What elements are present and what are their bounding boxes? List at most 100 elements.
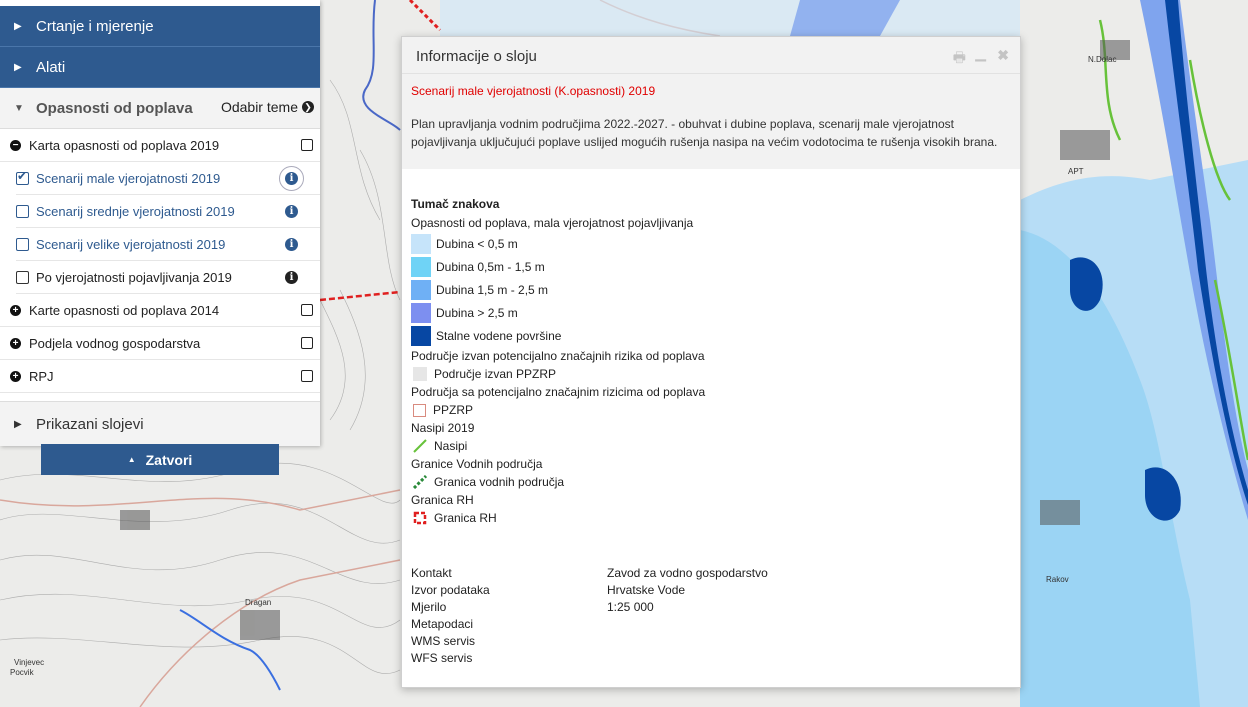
section-tools[interactable]: ▶ Alati xyxy=(0,47,320,88)
layer-checkbox[interactable] xyxy=(16,204,29,218)
map-label-a: N.Dolac xyxy=(1088,55,1116,64)
layer-info-dialog: Informacije o sloju 🖶 ▁ ✖ Scenarij male … xyxy=(401,36,1021,688)
layer-group-rpj[interactable]: + RPJ xyxy=(0,360,320,393)
expand-icon[interactable]: + xyxy=(10,370,21,382)
meta-value: 1:25 000 xyxy=(607,600,654,614)
layer-checkbox[interactable] xyxy=(16,237,29,251)
group-checkbox[interactable] xyxy=(301,304,313,316)
layer-panel: ▶ Crtanje i mjerenje ▶ Alati ▼ Opasnosti… xyxy=(0,0,320,446)
layer-label: Po vjerojatnosti pojavljivanja 2019 xyxy=(36,269,232,285)
expand-icon[interactable]: + xyxy=(10,337,21,349)
minimize-icon[interactable]: ▁ xyxy=(975,45,986,62)
choose-theme-link[interactable]: Odabir teme ❯ xyxy=(221,99,314,115)
layer-by-probability[interactable]: Po vjerojatnosti pojavljivanja 2019 i xyxy=(16,261,320,294)
section-drawing-label: Crtanje i mjerenje xyxy=(36,17,154,35)
meta-value: Zavod za vodno gospodarstvo xyxy=(607,566,768,580)
choose-theme-label: Odabir teme xyxy=(220,99,298,115)
layer-group-2019[interactable]: − Karta opasnosti od poplava 2019 xyxy=(0,129,320,162)
info-icon[interactable]: i xyxy=(285,237,298,251)
map-label-d: Vinjevec xyxy=(14,658,44,667)
border-icon xyxy=(413,511,427,525)
layer-label: Scenarij male vjerojatnosti 2019 xyxy=(36,170,221,186)
info-icon[interactable]: i xyxy=(285,270,298,284)
close-panel-label: Zatvori xyxy=(145,451,193,468)
legend-heading: Tumač znakova xyxy=(411,197,500,211)
ppzrp-outline-icon xyxy=(413,403,426,417)
legend-item: Stalne vodene površine xyxy=(411,324,1011,347)
section-drawing[interactable]: ▶ Crtanje i mjerenje xyxy=(0,6,320,47)
chevron-right-circle-icon: ❯ xyxy=(302,101,314,113)
layer-group-water-management[interactable]: + Podjela vodnog gospodarstva xyxy=(0,327,320,360)
water-boundary-icon xyxy=(413,475,427,489)
legend-item: Dubina > 2,5 m xyxy=(411,301,1011,324)
meta-key-link[interactable]: Metapodaci xyxy=(411,616,607,633)
layer-checkbox[interactable] xyxy=(16,270,29,284)
caret-right-icon: ▶ xyxy=(14,61,22,73)
meta-value: Hrvatske Vode xyxy=(607,583,686,597)
levee-line-icon xyxy=(413,439,427,453)
meta-key: Mjerilo xyxy=(411,600,447,614)
section-flood-hazards[interactable]: ▼ Opasnosti od poplava Odabir teme ❯ xyxy=(0,88,320,129)
map-label-e: Pocvik xyxy=(10,668,35,677)
outside-area-swatch-icon xyxy=(413,367,427,381)
legend-group-title: Područja sa potencijalno značajnim rizic… xyxy=(411,385,706,399)
legend-label: Nasipi xyxy=(434,439,468,453)
dialog-title: Informacije o sloju xyxy=(416,48,537,65)
expand-icon[interactable]: + xyxy=(10,304,21,316)
legend-swatch xyxy=(411,279,431,300)
close-panel-button[interactable]: ▲ Zatvori xyxy=(41,444,279,475)
print-icon[interactable]: 🖶 xyxy=(953,47,966,71)
caret-up-icon: ▲ xyxy=(127,455,136,464)
scenario-title: Scenarij male vjerojatnosti (K.opasnosti… xyxy=(411,84,656,98)
layer-group-label: Podjela vodnog gospodarstva xyxy=(29,335,201,351)
map-label-f: Rakov xyxy=(1046,575,1069,584)
meta-key-link[interactable]: WMS servis xyxy=(411,633,607,650)
layer-label: Scenarij srednje vjerojatnosti 2019 xyxy=(36,203,235,219)
layer-high-probability[interactable]: Scenarij velike vjerojatnosti 2019 i xyxy=(16,228,320,261)
collapse-icon[interactable]: − xyxy=(10,139,21,151)
caret-right-icon: ▶ xyxy=(14,20,22,32)
layer-group-2014[interactable]: + Karte opasnosti od poplava 2014 xyxy=(0,294,320,327)
group-checkbox[interactable] xyxy=(301,337,313,349)
group-checkbox[interactable] xyxy=(301,139,313,151)
section-flood-label: Opasnosti od poplava xyxy=(36,99,193,117)
legend-group-title: Nasipi 2019 xyxy=(411,421,475,435)
metadata-table: Kontakt Zavod za vodno gospodarstvo Izvo… xyxy=(411,565,1011,667)
meta-value xyxy=(607,650,1011,667)
dialog-body: Tumač znakova Opasnosti od poplava, mala… xyxy=(402,169,1020,667)
layer-medium-probability[interactable]: Scenarij srednje vjerojatnosti 2019 i xyxy=(16,195,320,228)
info-icon[interactable]: i xyxy=(279,165,304,191)
legend-group-title: Područje izvan potencijalno značajnih ri… xyxy=(411,349,705,363)
group-checkbox[interactable] xyxy=(301,370,313,382)
legend-label: Stalne vodene površine xyxy=(436,328,562,343)
legend-label: Dubina 1,5 m - 2,5 m xyxy=(436,282,549,297)
legend-item: Granica vodnih područja xyxy=(413,473,1011,491)
legend-label: Dubina > 2,5 m xyxy=(436,305,518,320)
layer-low-probability[interactable]: Scenarij male vjerojatnosti 2019 i xyxy=(16,162,320,195)
legend-item: Dubina < 0,5 m xyxy=(411,232,1011,255)
meta-value xyxy=(607,633,1011,650)
legend-swatch xyxy=(411,233,431,254)
section-tools-label: Alati xyxy=(36,58,66,76)
section-shown-layers[interactable]: ▶ Prikazani slojevi xyxy=(0,401,320,446)
dialog-header[interactable]: Informacije o sloju 🖶 ▁ ✖ xyxy=(402,37,1020,74)
legend-item: Područje izvan PPZRP xyxy=(413,365,1011,383)
legend-label: Dubina 0,5m - 1,5 m xyxy=(436,259,545,274)
caret-down-icon: ▼ xyxy=(14,102,24,114)
map-label-c: Dragan xyxy=(245,598,271,607)
meta-key: Kontakt xyxy=(411,566,452,580)
meta-key-link[interactable]: WFS servis xyxy=(411,650,607,667)
legend-label: Granica RH xyxy=(434,511,497,525)
layer-checkbox[interactable] xyxy=(16,169,29,185)
info-icon[interactable]: i xyxy=(285,204,298,218)
close-icon[interactable]: ✖ xyxy=(997,47,1009,64)
meta-value xyxy=(607,616,1011,633)
legend-item: PPZRP xyxy=(413,401,1011,419)
legend-swatch xyxy=(411,325,431,346)
legend-item: Nasipi xyxy=(413,437,1011,455)
map-label-b: APT xyxy=(1068,167,1084,176)
meta-key: Izvor podataka xyxy=(411,583,490,597)
legend-item: Granica RH xyxy=(413,509,1011,527)
legend-item: Dubina 1,5 m - 2,5 m xyxy=(411,278,1011,301)
layer-label: Scenarij velike vjerojatnosti 2019 xyxy=(36,236,226,252)
